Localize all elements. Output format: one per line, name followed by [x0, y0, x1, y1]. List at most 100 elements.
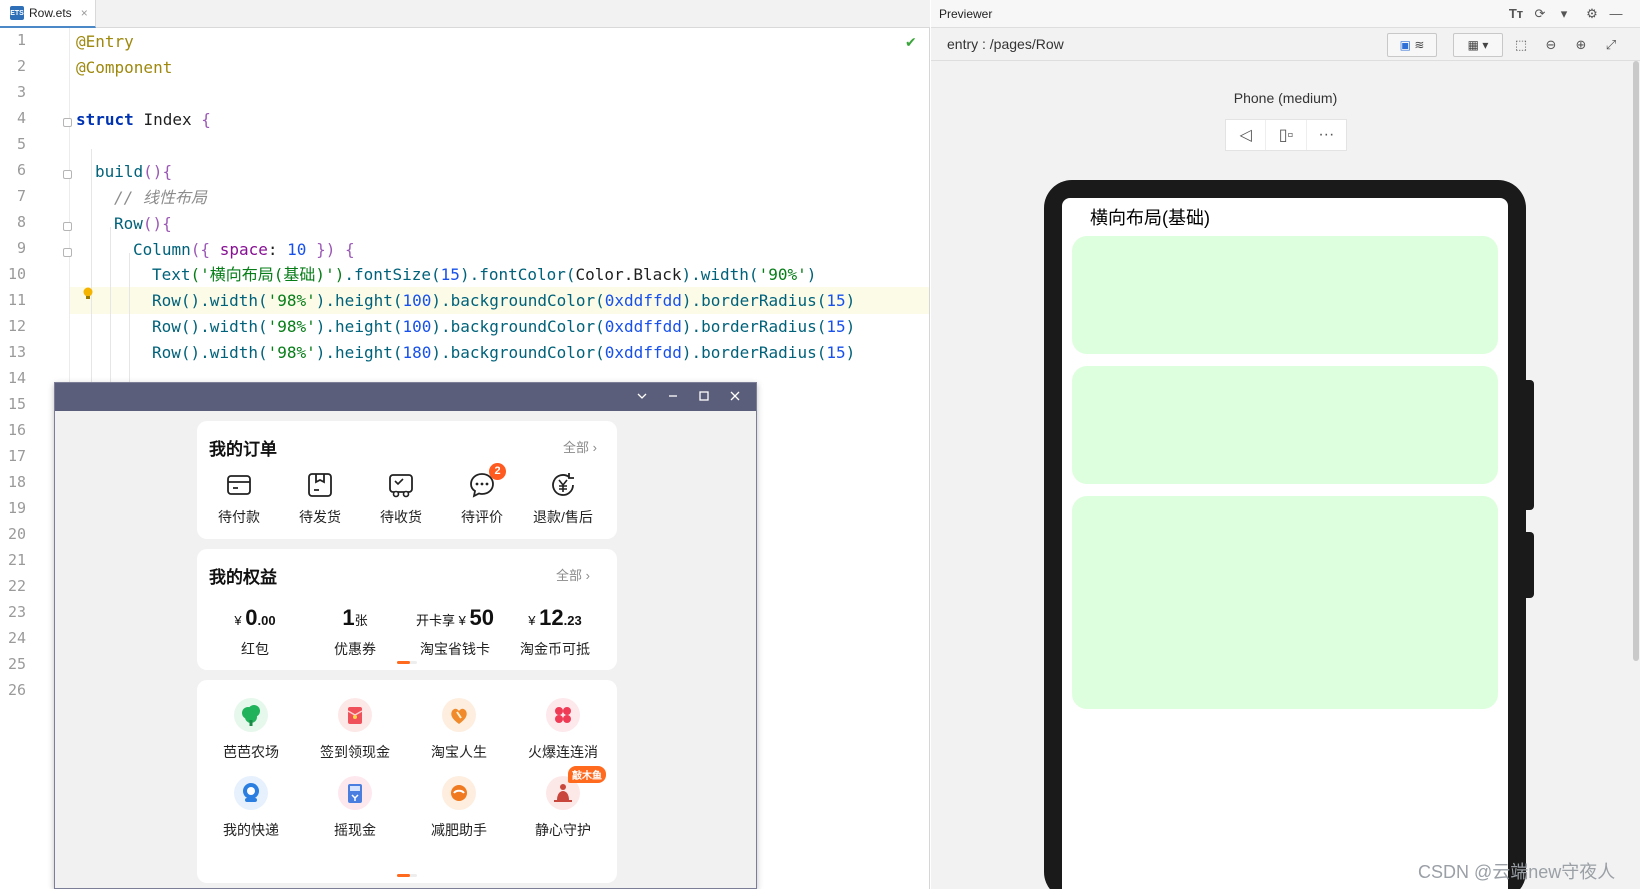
previewer-scrollbar[interactable]: [1632, 61, 1640, 889]
my-orders-card: 我的订单 全部 › 待付款 待发货 待收货 2 待评价 退款/售后: [197, 421, 617, 539]
tab-row-ets[interactable]: ETS Row.ets ×: [0, 0, 96, 28]
line-number: 5: [16, 135, 26, 153]
device-name: Phone (medium): [1233, 90, 1338, 106]
review-count-badge: 2: [489, 463, 506, 480]
minimize-icon[interactable]: —: [1606, 4, 1626, 24]
scrollbar-thumb[interactable]: [1633, 61, 1639, 661]
chat-bubble-icon: 2: [468, 463, 506, 499]
service-item-diet-helper[interactable]: 减肥助手: [409, 776, 509, 840]
tab-close-icon[interactable]: ×: [81, 6, 88, 20]
benefit-savings-card[interactable]: 开卡享 ¥ 50 淘宝省钱卡: [405, 605, 505, 659]
line-number: 14: [7, 369, 26, 387]
line-number: 7: [16, 187, 26, 205]
line-number: 1: [16, 31, 26, 49]
fitness-icon: [442, 776, 476, 810]
minimize-icon[interactable]: [662, 387, 684, 407]
service-item-taobao-life[interactable]: 淘宝人生: [409, 698, 509, 762]
line-number: 17: [7, 447, 26, 465]
line-number: 8: [16, 213, 26, 231]
service-item-baba-farm[interactable]: 芭芭农场: [201, 698, 301, 762]
page-indicator: [397, 661, 417, 664]
code-line-7: // 线性布局: [114, 188, 207, 207]
page-indicator: [397, 874, 417, 877]
heart-icon: [442, 698, 476, 732]
muyu-tag: 敲木鱼: [568, 766, 606, 783]
refresh-icon[interactable]: ⟳: [1530, 4, 1550, 24]
service-item-my-express[interactable]: 我的快递: [201, 776, 301, 840]
rotate-device-icon[interactable]: ▯▫: [1266, 120, 1307, 150]
code-line-10: Text('横向布局(基础)').fontSize(15).fontColor(…: [152, 265, 817, 284]
service-label: 摇现金: [334, 822, 376, 838]
preview-row-1: [1072, 236, 1498, 354]
line-number: 10: [7, 265, 26, 283]
layout-grid-dropdown[interactable]: ▦ ▾: [1453, 33, 1503, 57]
side-button: [1526, 532, 1534, 598]
watermark: CSDN @云端new守夜人: [1418, 862, 1616, 882]
benefit-gold-coins[interactable]: ¥ 12.23 淘金币可抵: [505, 605, 605, 659]
zoom-out-icon[interactable]: ⊖: [1541, 35, 1561, 55]
fit-screen-icon[interactable]: ⤢: [1601, 35, 1621, 55]
orders-all-link[interactable]: 全部 ›: [563, 437, 597, 456]
component-tree-toggle[interactable]: ▣ ≋: [1387, 33, 1437, 57]
benefits-all-link[interactable]: 全部 ›: [556, 565, 590, 584]
previewer-toolbar: entry : /pages/Row ▣ ≋ ▦ ▾ ⬚ ⊖ ⊕ ⤢: [931, 29, 1640, 61]
code-line-8: Row(){: [114, 214, 172, 233]
more-options-icon[interactable]: ···: [1307, 120, 1346, 150]
code-line-1: @Entry: [76, 32, 134, 51]
order-item-refund[interactable]: 退款/售后: [523, 471, 603, 527]
meditation-icon: 敲木鱼: [546, 766, 606, 810]
benefit-value: ¥ 12.23: [528, 605, 582, 630]
order-item-to-ship[interactable]: 待发货: [280, 471, 360, 527]
service-item-shake-cash[interactable]: 摇现金: [305, 776, 405, 840]
crop-icon[interactable]: ⬚: [1511, 35, 1531, 55]
code-line-6: build(){: [95, 162, 173, 181]
window-title-bar[interactable]: [55, 383, 756, 411]
phone-screen[interactable]: 横向布局(基础): [1062, 198, 1508, 889]
service-item-checkin-cash[interactable]: 签到领现金: [305, 698, 405, 762]
line-number: 21: [7, 551, 26, 569]
ets-file-icon: ETS: [10, 6, 24, 20]
yen-refund-icon: [549, 471, 577, 499]
code-line-12: Row().width('98%').height(100).backgroun…: [152, 317, 856, 336]
service-label: 减肥助手: [431, 822, 487, 838]
indent-guide: [110, 227, 111, 407]
benefit-red-packet[interactable]: ¥ 0.00 红包: [205, 605, 305, 659]
preview-row-3: [1072, 496, 1498, 709]
floating-preview-window[interactable]: 我的订单 全部 › 待付款 待发货 待收货 2 待评价 退款/售后 我的权益 全…: [54, 382, 757, 889]
back-triangle-icon[interactable]: ◁: [1226, 120, 1267, 150]
benefit-label: 红包: [241, 641, 269, 657]
order-item-pending-payment[interactable]: 待付款: [199, 471, 279, 527]
line-number: 11: [7, 291, 26, 309]
benefit-label: 淘金币可抵: [520, 641, 590, 657]
package-box-icon: [306, 471, 334, 499]
order-item-to-receive[interactable]: 待收货: [361, 471, 441, 527]
order-item-label: 待发货: [299, 509, 341, 525]
code-line-13: Row().width('98%').height(180).backgroun…: [152, 343, 856, 362]
line-number: 3: [16, 83, 26, 101]
benefit-value: 开卡享 ¥ 50: [416, 605, 494, 630]
benefit-coupon[interactable]: 1张 优惠券: [305, 605, 405, 659]
order-item-to-review[interactable]: 2 待评价: [442, 463, 522, 527]
close-icon[interactable]: [724, 387, 746, 407]
tab-label: Row.ets: [29, 6, 72, 20]
font-size-icon[interactable]: Tт: [1506, 4, 1526, 24]
inspector-icon[interactable]: ▾: [1554, 4, 1574, 24]
chevron-down-icon[interactable]: [631, 387, 653, 407]
preview-heading-text: 横向布局(基础): [1090, 208, 1210, 228]
maximize-icon[interactable]: [693, 387, 715, 407]
gear-icon[interactable]: ⚙: [1582, 4, 1602, 24]
benefit-value: ¥ 0.00: [234, 605, 276, 630]
order-item-label: 待收货: [380, 509, 422, 525]
inspect-icon: ▣: [1399, 38, 1411, 52]
lightbulb-icon[interactable]: [83, 287, 93, 301]
service-item-match-game[interactable]: 火爆连连消: [513, 698, 613, 762]
editor-tab-bar: ETS Row.ets ×: [0, 0, 930, 28]
line-number: 9: [16, 239, 26, 257]
indent-guide: [91, 149, 92, 407]
benefit-label: 优惠券: [334, 641, 376, 657]
order-item-label: 待评价: [461, 509, 503, 525]
line-number: 25: [7, 655, 26, 673]
zoom-in-icon[interactable]: ⊕: [1571, 35, 1591, 55]
service-item-mindful-guard[interactable]: 敲木鱼 静心守护: [513, 766, 613, 840]
line-number: 22: [7, 577, 26, 595]
